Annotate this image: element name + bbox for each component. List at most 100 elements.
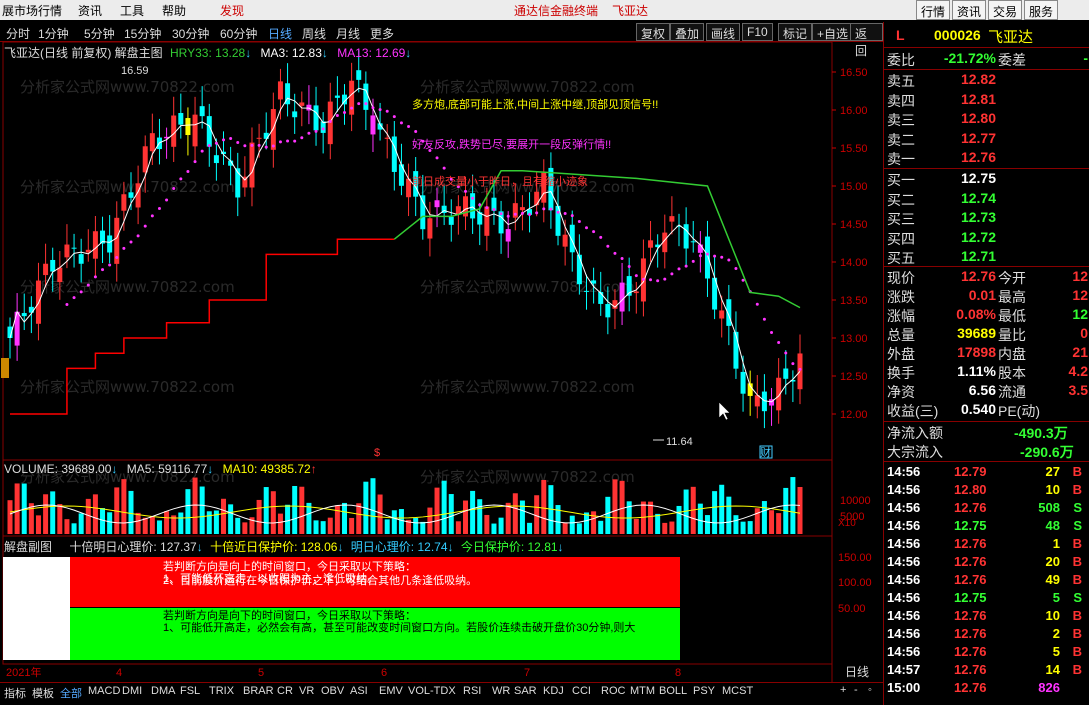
menu-tools[interactable]: 工具 [120,2,144,19]
indicator-tab-指标[interactable]: 指标 [4,685,26,701]
volume-bar [662,522,668,534]
indicator-tab-macd[interactable]: MACD [88,685,120,697]
period-5m[interactable]: 5分钟 [84,25,115,42]
reset-icon[interactable]: ◦ [868,684,872,696]
indicator-tab-obv[interactable]: OBV [321,685,344,697]
indicator-tab-dmi[interactable]: DMI [122,685,142,697]
tick-time: 14:56 [887,590,921,605]
btn-overlay[interactable]: 叠加 [670,23,705,41]
ma13-dot [378,108,382,112]
volume-bar [676,505,682,534]
zoom-in-icon[interactable]: + [840,684,846,696]
sell-row-value: 12.82 [960,71,996,87]
indicator-tab-全部[interactable]: 全部 [60,685,82,701]
btn-fuquan[interactable]: 复权 [636,23,671,41]
tick-direction: B [1072,464,1082,479]
candle-body [697,244,703,253]
period-fenshi[interactable]: 分时 [6,25,30,42]
indicator-tab-brar[interactable]: BRAR [243,685,274,697]
ytick-label: 15.50 [840,143,868,155]
tick-price: 12.76 [954,626,987,641]
candle-body [199,106,205,117]
tick-price: 12.75 [954,518,987,533]
period-60m[interactable]: 60分钟 [220,25,257,42]
ma13-dot [79,290,83,294]
btn-news[interactable]: 资讯 [952,0,987,20]
tick-direction: B [1072,536,1082,551]
btn-service[interactable]: 服务 [1024,0,1059,20]
volume-bar [555,505,561,534]
tick-row: 14:56 12.76 49 B [884,572,1089,590]
ma13-dot [101,268,105,272]
indicator-tab-kdj[interactable]: KDJ [543,685,564,697]
stat-row-label2: 量比 [998,327,1026,343]
candle-body [64,244,70,258]
indicator-tab-rsi[interactable]: RSI [463,685,481,697]
candle-body [206,116,212,147]
indicator-tabs: 指标 模板 全部 MACD DMI DMA FSL TRIX BRAR CR VR OBV ASI EMV… [0,682,883,702]
svg-text:分析家公式网www.70822.com: 分析家公式网www.70822.com [20,378,235,396]
zoom-out-icon[interactable]: - [854,684,858,696]
sub-ytick-label: 100.00 [838,577,872,589]
kline-chart-area[interactable]: 分析家公式网www.70822.com 分析家公式网www.70822.com … [0,42,883,682]
indicator-tab-sar[interactable]: SAR [514,685,537,697]
period-more[interactable]: 更多 [370,25,394,42]
btn-draw[interactable]: 画线 [706,23,741,41]
period-15m[interactable]: 15分钟 [124,25,161,42]
ma13-dot [592,230,596,234]
period-month[interactable]: 月线 [336,25,360,42]
indicator-tab-cci[interactable]: CCI [572,685,591,697]
indicator-tab-emv[interactable]: EMV [379,685,403,697]
btn-add-fav[interactable]: +自选 [812,23,854,41]
indicator-tab-mtm[interactable]: MTM [630,685,655,697]
indicator-tab-vol-tdx[interactable]: VOL-TDX [408,685,456,697]
candle-body [519,207,525,211]
period-day[interactable]: 日线 [268,25,292,42]
menu-help[interactable]: 帮助 [162,2,186,19]
period-1m[interactable]: 1分钟 [38,25,69,42]
indicator-tab-psy[interactable]: PSY [693,685,715,697]
tick-volume: 20 [1045,554,1060,569]
indicator-tab-cr[interactable]: CR [277,685,293,697]
indicator-tab-模板[interactable]: 模板 [32,685,54,701]
period-week[interactable]: 周线 [302,25,326,42]
marker-cai[interactable]: 财 [760,445,771,459]
volume-bar [14,483,20,534]
menu-discover[interactable]: 发现 [220,2,244,19]
volume-bar [398,509,404,534]
btn-back[interactable]: 返回 [850,23,883,58]
volume-bar [292,485,298,534]
btn-f10[interactable]: F10 [742,23,773,41]
low-price-label: 11.64 [666,436,693,448]
vol-ytick-label: 10000 [840,495,871,507]
indicator-tab-asi[interactable]: ASI [350,685,368,697]
btn-quote[interactable]: 行情 [916,0,951,20]
volume-bar [448,494,454,534]
menu-market[interactable]: 展市场行情 [2,2,62,19]
ma13-dot [364,102,368,106]
indicator-tab-boll[interactable]: BOLL [659,685,687,697]
stat-row-label: 涨跌 [887,289,915,305]
indicator-tab-mcst[interactable]: MCST [722,685,753,697]
ma13-dot [186,170,190,174]
indicator-tab-roc[interactable]: ROC [601,685,625,697]
volume-bar [35,515,41,534]
ma13-dot [542,207,546,211]
vol-ma5-value: MA5: 59116.77 [126,462,208,476]
indicator-tab-vr[interactable]: VR [299,685,314,697]
indicator-tab-dma[interactable]: DMA [151,685,175,697]
volume-bar [121,479,127,534]
period-30m[interactable]: 30分钟 [172,25,209,42]
volume-bar [256,499,262,534]
tick-volume: 1 [1052,536,1060,551]
indicator-tab-fsl[interactable]: FSL [180,685,200,697]
indicator-tab-trix[interactable]: TRIX [209,685,234,697]
ma13-dot [307,131,311,135]
indicator-tab-wr[interactable]: WR [492,685,510,697]
high-price-label: 16.59 [121,65,149,77]
panel-toggle-handle[interactable] [1,358,9,378]
menu-news[interactable]: 资讯 [78,2,102,19]
btn-trade[interactable]: 交易 [988,0,1023,20]
btn-mark[interactable]: 标记 [778,23,813,41]
volume-bar [299,486,305,534]
